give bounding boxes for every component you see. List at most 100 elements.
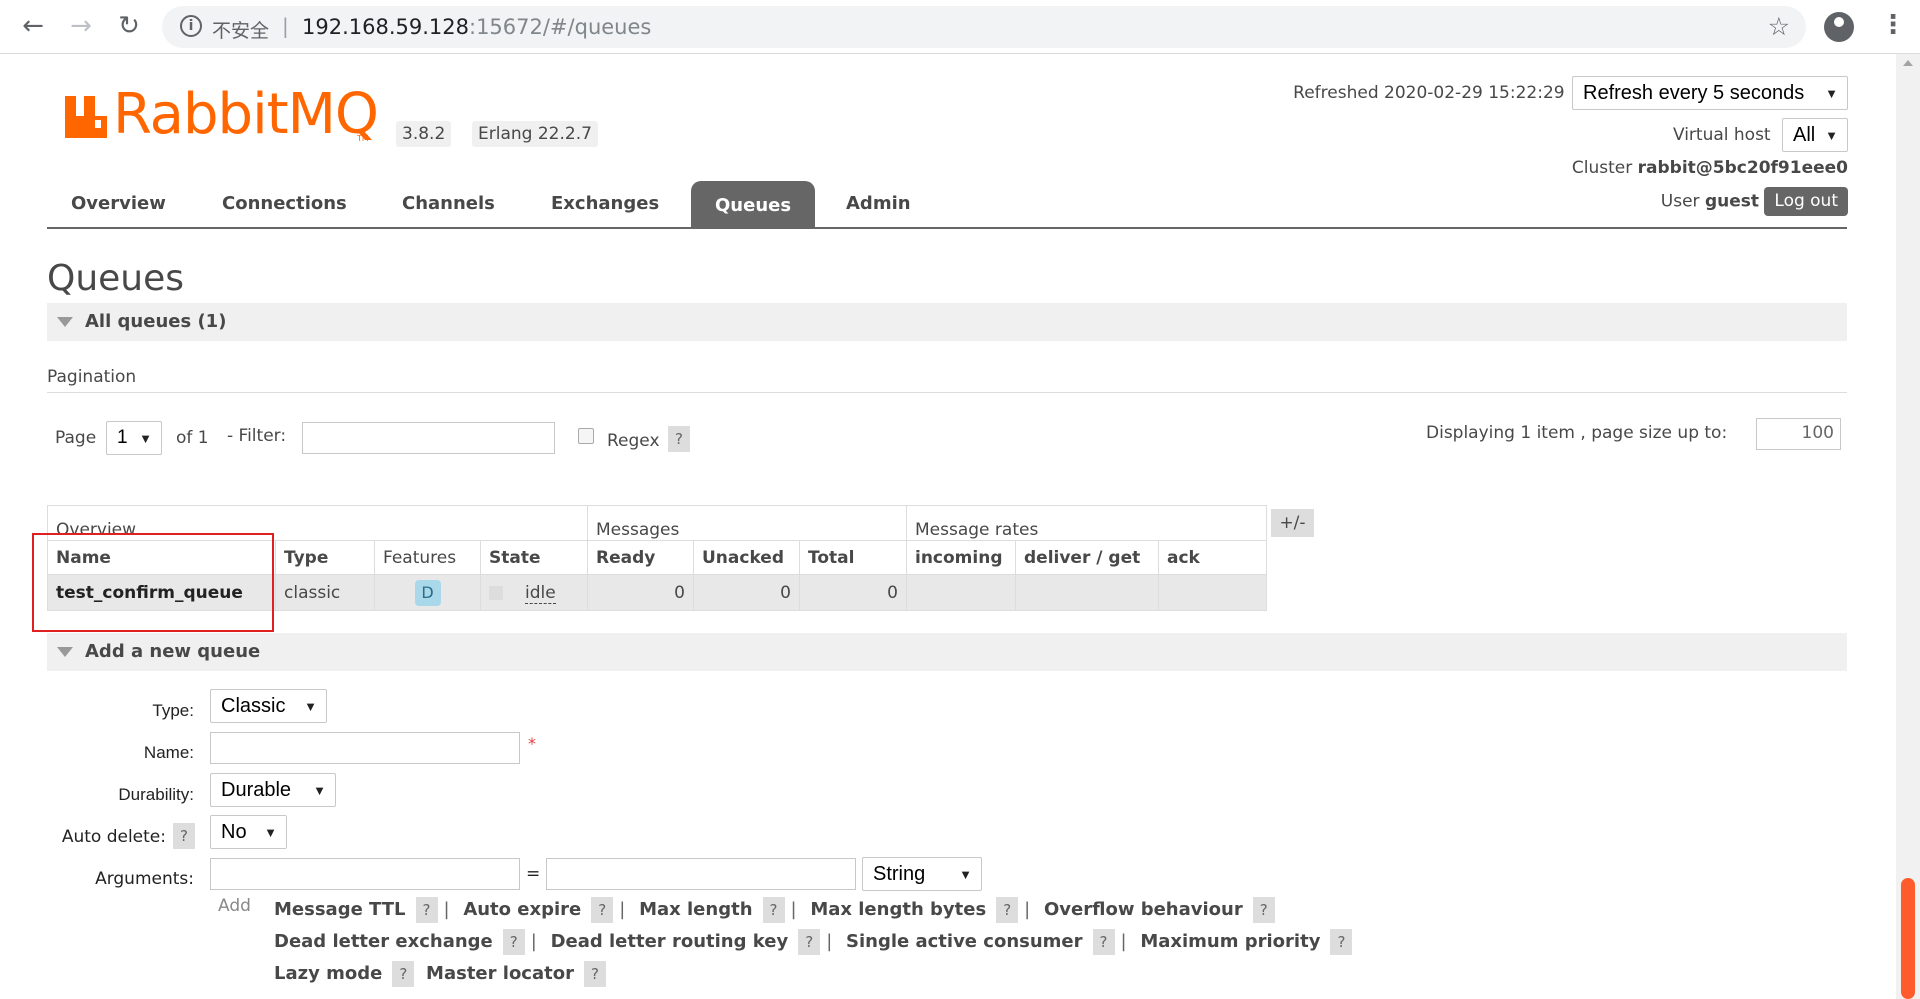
column-header-unacked[interactable]: Unacked	[693, 540, 800, 575]
arg-message-ttl-help[interactable]: ?	[415, 897, 438, 923]
arg-separator: |	[1024, 899, 1031, 920]
queue-ack	[1158, 574, 1267, 611]
arg-max-length-bytes-help[interactable]: ?	[996, 897, 1019, 923]
group-header-messages: Messages	[587, 505, 907, 541]
arg-auto-expire-help[interactable]: ?	[591, 897, 614, 923]
page-label: Page	[55, 428, 97, 448]
collapse-triangle-icon	[57, 317, 73, 327]
column-header-ack[interactable]: ack	[1158, 540, 1267, 575]
back-icon[interactable]: ←	[18, 12, 48, 40]
refresh-info: Refreshed 2020-02-29 15:22:29 Refresh ev…	[1293, 76, 1848, 110]
queue-state-label: idle	[525, 582, 556, 604]
arg-master-locator-link[interactable]: Master locator	[426, 963, 574, 984]
column-header-features: Features	[374, 540, 481, 575]
queue-incoming	[906, 574, 1016, 611]
browser-menu-icon[interactable]: ⋮	[1880, 10, 1906, 40]
tab-connections[interactable]: Connections	[222, 193, 347, 214]
arg-separator: |	[530, 931, 537, 952]
arg-lazy-mode-link[interactable]: Lazy mode	[274, 963, 382, 984]
regex-checkbox[interactable]	[578, 428, 594, 444]
address-bar[interactable]: i 不安全 | 192.168.59.128:15672/#/queues ☆	[162, 6, 1806, 48]
argument-key-input[interactable]	[210, 858, 520, 890]
arg-auto-expire-link[interactable]: Auto expire	[463, 899, 581, 920]
arg-overflow-behaviour-link[interactable]: Overflow behaviour	[1044, 899, 1243, 920]
column-header-total[interactable]: Total	[799, 540, 907, 575]
info-icon[interactable]: i	[180, 15, 202, 37]
logo-text: RabbitMQ	[113, 82, 379, 147]
reload-icon[interactable]: ↻	[114, 12, 144, 40]
column-header-deliver-get[interactable]: deliver / get	[1015, 540, 1159, 575]
auto-delete-select[interactable]: No	[210, 815, 287, 849]
queue-type-select[interactable]: Classic	[210, 689, 327, 723]
cluster-label: Cluster	[1571, 158, 1633, 178]
arg-maximum-priority-help[interactable]: ?	[1330, 929, 1353, 955]
tab-overview[interactable]: Overview	[71, 193, 166, 214]
main-nav-tabs: Overview Connections Channels Exchanges …	[47, 181, 1847, 229]
name-label: Name:	[143, 743, 194, 762]
argument-value-input[interactable]	[546, 858, 856, 890]
vhost-select[interactable]: All	[1782, 118, 1848, 152]
tab-exchanges[interactable]: Exchanges	[551, 193, 659, 214]
page-title: Queues	[47, 258, 185, 299]
vhost-label: Virtual host	[1672, 125, 1771, 145]
tab-queues[interactable]: Queues	[691, 181, 816, 227]
page-size-input[interactable]: 100	[1756, 418, 1841, 450]
arg-lazy-mode-help[interactable]: ?	[392, 961, 415, 987]
security-label[interactable]: 不安全	[212, 16, 269, 43]
erlang-badge: Erlang 22.2.7	[472, 121, 598, 147]
column-header-type[interactable]: Type	[275, 540, 375, 575]
group-header-overview: Overview	[47, 505, 588, 541]
cluster-name: rabbit@5bc20f91eee0	[1637, 158, 1848, 178]
arg-dead-letter-routing-key-help[interactable]: ?	[798, 929, 821, 955]
argument-shortcuts-row-1: Message TTL? | Auto expire? | Max length? |…	[274, 897, 1281, 923]
arg-single-active-consumer-help[interactable]: ?	[1092, 929, 1115, 955]
toggle-columns-button[interactable]: +/-	[1271, 509, 1314, 537]
arg-max-length-help[interactable]: ?	[762, 897, 785, 923]
queue-name-link[interactable]: test_confirm_queue	[47, 574, 276, 611]
arg-message-ttl-link[interactable]: Message TTL	[274, 899, 406, 920]
arg-max-length-bytes-link[interactable]: Max length bytes	[810, 899, 986, 920]
scroll-up-arrow-icon[interactable]	[1903, 60, 1913, 66]
durability-label: Durability:	[118, 785, 194, 804]
bookmark-star-icon[interactable]: ☆	[1768, 12, 1790, 41]
arg-dead-letter-exchange-help[interactable]: ?	[502, 929, 525, 955]
scrollbar-thumb[interactable]	[1901, 878, 1915, 999]
pagination-heading: Pagination	[47, 367, 137, 387]
auto-delete-help-button[interactable]: ?	[173, 823, 195, 849]
arg-overflow-behaviour-help[interactable]: ?	[1252, 897, 1275, 923]
arg-dead-letter-exchange-link[interactable]: Dead letter exchange	[274, 931, 493, 952]
all-queues-label: All queues (1)	[85, 311, 227, 332]
add-queue-label: Add a new queue	[85, 641, 261, 662]
url-host: 192.168.59.128	[302, 15, 469, 39]
arg-single-active-consumer-link[interactable]: Single active consumer	[846, 931, 1083, 952]
filter-input[interactable]	[302, 422, 555, 454]
column-header-incoming[interactable]: incoming	[906, 540, 1016, 575]
regex-help-button[interactable]: ?	[668, 426, 690, 452]
add-queue-section-toggle[interactable]: Add a new queue	[47, 633, 1847, 671]
queue-ready: 0	[587, 574, 694, 611]
arg-dead-letter-routing-key-link[interactable]: Dead letter routing key	[551, 931, 789, 952]
page-scrollbar[interactable]	[1896, 54, 1920, 999]
column-header-name[interactable]: Name	[47, 540, 276, 575]
arg-maximum-priority-link[interactable]: Maximum priority	[1140, 931, 1320, 952]
queue-type: classic	[275, 574, 375, 611]
durability-select[interactable]: Durable	[210, 773, 336, 807]
arg-max-length-link[interactable]: Max length	[639, 899, 752, 920]
required-mark: *	[528, 734, 536, 753]
tab-channels[interactable]: Channels	[402, 193, 495, 214]
column-header-state[interactable]: State	[480, 540, 588, 575]
column-header-ready[interactable]: Ready	[587, 540, 694, 575]
add-argument-link[interactable]: Add	[218, 896, 251, 916]
all-queues-section-toggle[interactable]: All queues (1)	[47, 303, 1847, 341]
refresh-interval-select[interactable]: Refresh every 5 seconds	[1572, 76, 1848, 110]
url-text[interactable]: 192.168.59.128:15672/#/queues	[302, 15, 651, 39]
argument-type-select[interactable]: String	[862, 857, 982, 891]
type-label: Type:	[152, 701, 194, 720]
tab-admin[interactable]: Admin	[846, 193, 911, 214]
page-select[interactable]: 1	[106, 421, 162, 455]
forward-icon[interactable]: →	[66, 12, 96, 40]
queue-name-input[interactable]	[210, 732, 520, 764]
profile-avatar-icon[interactable]	[1824, 12, 1854, 42]
arg-master-locator-help[interactable]: ?	[583, 961, 606, 987]
arg-separator: |	[619, 899, 626, 920]
